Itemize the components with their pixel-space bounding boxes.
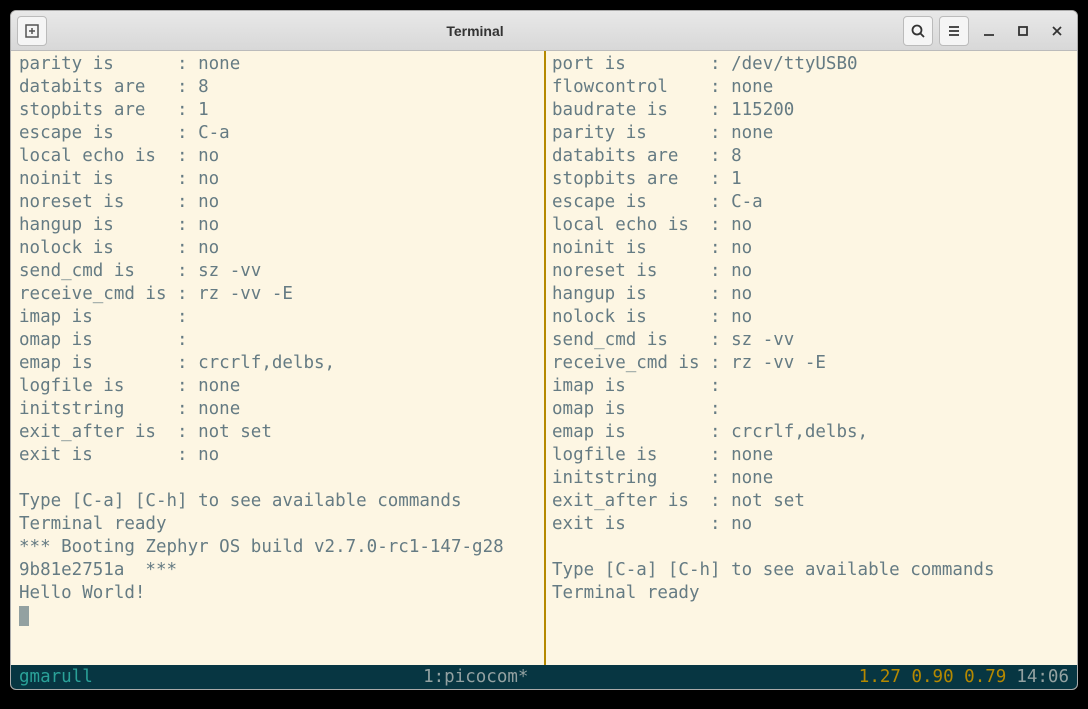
terminal-line: Hello World! — [19, 582, 540, 605]
terminal-line: Type [C-a] [C-h] to see available comman… — [552, 559, 1073, 582]
terminal-line: hangup is : no — [19, 214, 540, 237]
terminal-line: exit_after is : not set — [19, 421, 540, 444]
terminal-body[interactable]: parity is : nonedatabits are : 8stopbits… — [11, 51, 1077, 665]
terminal-line: local echo is : no — [19, 145, 540, 168]
terminal-line: logfile is : none — [552, 444, 1073, 467]
terminal-line: stopbits are : 1 — [19, 99, 540, 122]
terminal-line: nolock is : no — [19, 237, 540, 260]
terminal-line: local echo is : no — [552, 214, 1073, 237]
terminal-line: emap is : crcrlf,delbs, — [552, 421, 1073, 444]
status-window: 1:picocom* — [93, 667, 859, 687]
maximize-button[interactable] — [1009, 17, 1037, 45]
terminal-line: noinit is : no — [19, 168, 540, 191]
terminal-line: imap is : — [19, 306, 540, 329]
terminal-line: baudrate is : 115200 — [552, 99, 1073, 122]
terminal-line: noinit is : no — [552, 237, 1073, 260]
status-load: 1.27 0.90 0.79 — [859, 667, 1007, 687]
terminal-line: exit_after is : not set — [552, 490, 1073, 513]
new-tab-icon — [24, 23, 40, 39]
terminal-line: initstring : none — [552, 467, 1073, 490]
pane-divider[interactable] — [544, 51, 546, 665]
terminal-line: Terminal ready — [19, 513, 540, 536]
terminal-line: stopbits are : 1 — [552, 168, 1073, 191]
close-icon — [1050, 24, 1064, 38]
terminal-window: Terminal — [10, 10, 1078, 690]
status-time: 14:06 — [1016, 667, 1069, 687]
terminal-line: databits are : 8 — [19, 76, 540, 99]
right-pane[interactable]: port is : /dev/ttyUSB0flowcontrol : none… — [544, 51, 1077, 665]
terminal-line: exit is : no — [552, 513, 1073, 536]
terminal-line: flowcontrol : none — [552, 76, 1073, 99]
terminal-line: emap is : crcrlf,delbs, — [19, 352, 540, 375]
status-session: gmarull — [19, 667, 93, 687]
cursor-line — [19, 605, 540, 628]
terminal-line: hangup is : no — [552, 283, 1073, 306]
terminal-line: logfile is : none — [19, 375, 540, 398]
close-button[interactable] — [1043, 17, 1071, 45]
search-button[interactable] — [903, 16, 933, 46]
maximize-icon — [1016, 24, 1030, 38]
terminal-line: escape is : C-a — [19, 122, 540, 145]
terminal-line: initstring : none — [19, 398, 540, 421]
titlebar: Terminal — [11, 11, 1077, 51]
window-title: Terminal — [53, 23, 897, 39]
terminal-line: exit is : no — [19, 444, 540, 467]
terminal-line: noreset is : no — [552, 260, 1073, 283]
minimize-button[interactable] — [975, 17, 1003, 45]
tmux-statusbar: gmarull 1:picocom* 1.27 0.90 0.79 14:06 — [11, 665, 1077, 689]
left-pane[interactable]: parity is : nonedatabits are : 8stopbits… — [11, 51, 544, 665]
terminal-line: Terminal ready — [552, 582, 1073, 605]
hamburger-icon — [946, 23, 962, 39]
terminal-line: noreset is : no — [19, 191, 540, 214]
terminal-line: escape is : C-a — [552, 191, 1073, 214]
terminal-line: port is : /dev/ttyUSB0 — [552, 53, 1073, 76]
terminal-line: parity is : none — [19, 53, 540, 76]
menu-button[interactable] — [939, 16, 969, 46]
terminal-line: send_cmd is : sz -vv — [552, 329, 1073, 352]
cursor — [19, 606, 29, 626]
terminal-line: nolock is : no — [552, 306, 1073, 329]
terminal-line: parity is : none — [552, 122, 1073, 145]
terminal-line: Type [C-a] [C-h] to see available comman… — [19, 490, 540, 513]
terminal-line: receive_cmd is : rz -vv -E — [19, 283, 540, 306]
search-icon — [910, 23, 926, 39]
minimize-icon — [982, 24, 996, 38]
terminal-line: 9b81e2751a *** — [19, 559, 540, 582]
terminal-line — [552, 536, 1073, 559]
terminal-line: omap is : — [19, 329, 540, 352]
new-tab-button[interactable] — [17, 16, 47, 46]
terminal-line — [19, 467, 540, 490]
terminal-line: send_cmd is : sz -vv — [19, 260, 540, 283]
terminal-line: databits are : 8 — [552, 145, 1073, 168]
terminal-line: omap is : — [552, 398, 1073, 421]
terminal-line: receive_cmd is : rz -vv -E — [552, 352, 1073, 375]
terminal-line: *** Booting Zephyr OS build v2.7.0-rc1-1… — [19, 536, 540, 559]
terminal-line: imap is : — [552, 375, 1073, 398]
